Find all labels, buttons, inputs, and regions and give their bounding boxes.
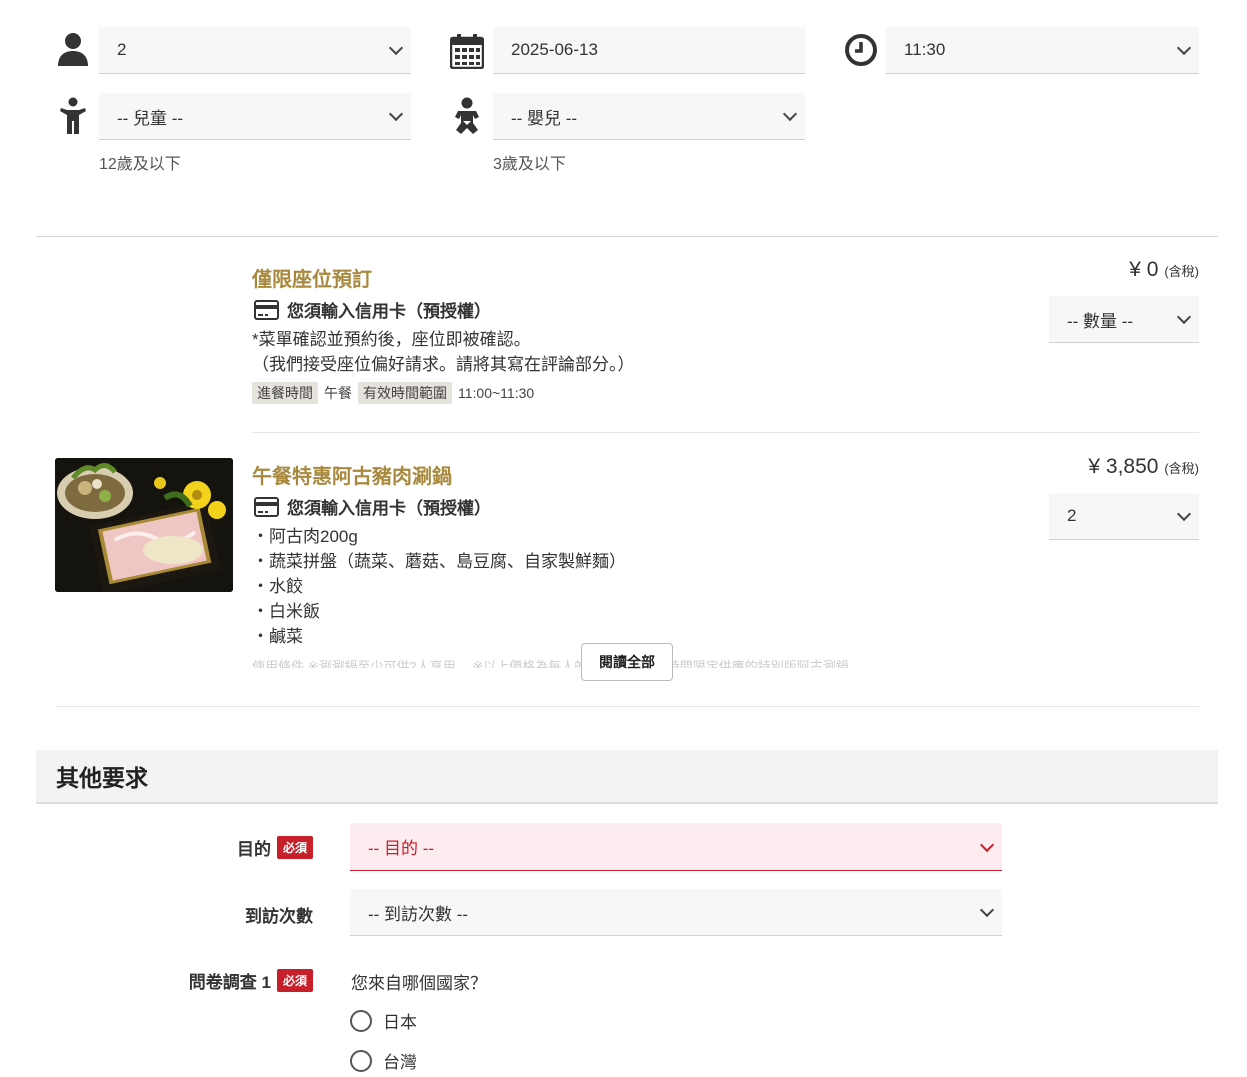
time-value: 11:30 xyxy=(904,40,946,59)
description-line: ・鹹菜 xyxy=(252,627,303,646)
chevron-down-icon xyxy=(979,902,995,918)
item-description: *菜單確認並預約後，座位即被確認。 （我們接受座位偏好請求。請將其寫在評論部分。… xyxy=(252,327,635,377)
party-size-value: 2 xyxy=(117,40,127,59)
radio-option-taiwan[interactable]: 台灣 xyxy=(350,1048,417,1073)
survey-label-text: 問卷調查 1 xyxy=(188,973,271,992)
children-hint: 12歲及以下 xyxy=(99,156,181,173)
section-heading: 其他要求 xyxy=(36,750,1218,804)
price-value: ¥ 3,850 xyxy=(1088,455,1159,478)
infants-select[interactable]: -- 嬰兒 -- xyxy=(493,93,805,140)
required-badge: 必須 xyxy=(276,969,313,992)
chevron-down-icon xyxy=(1176,40,1192,56)
visits-select[interactable]: -- 到訪次數 -- xyxy=(350,889,1002,936)
radio-option-label: 台灣 xyxy=(383,1053,417,1072)
tag-value: 11:00~11:30 xyxy=(458,385,535,401)
person-icon xyxy=(54,30,92,68)
item-price: ¥ 3,850 (含稅) xyxy=(1088,455,1199,479)
infant-icon xyxy=(450,96,484,136)
purpose-label: 目的 必須 xyxy=(100,835,313,860)
purpose-select[interactable]: -- 目的 -- xyxy=(350,823,1002,871)
chevron-down-icon xyxy=(1176,506,1192,522)
item-title[interactable]: 午餐特惠阿古豬肉涮鍋 xyxy=(252,460,452,489)
item-price: ¥ 0 (含稅) xyxy=(1129,258,1199,282)
credit-card-icon xyxy=(254,299,279,320)
tag-label: 進餐時間 xyxy=(252,382,318,404)
description-line: ・白米飯 xyxy=(252,602,320,621)
infants-hint: 3歲及以下 xyxy=(493,156,566,173)
description-line: ・蔬菜拼盤（蔬菜、蘑菇、島豆腐、自家製鮮麵） xyxy=(252,552,626,571)
description-line: （我們接受座位偏好請求。請將其寫在評論部分。） xyxy=(252,355,635,374)
time-select[interactable]: 11:30 xyxy=(886,27,1199,74)
quantity-value: -- 數量 -- xyxy=(1067,311,1134,331)
description-line: ・水餃 xyxy=(252,577,303,596)
item-title[interactable]: 僅限座位預訂 xyxy=(252,263,372,292)
quantity-select[interactable]: 2 xyxy=(1049,493,1199,540)
radio-button[interactable] xyxy=(350,1009,372,1032)
visits-label-text: 到訪次數 xyxy=(245,907,313,926)
item-divider xyxy=(252,432,1199,433)
required-badge: 必須 xyxy=(276,836,313,859)
tag-value: 午餐 xyxy=(324,385,352,401)
children-select[interactable]: -- 兒童 -- xyxy=(99,93,411,140)
survey-label: 問卷調查 1 必須 xyxy=(100,968,313,993)
calendar-icon xyxy=(448,32,486,70)
date-value: 2025-06-13 xyxy=(511,40,598,59)
purpose-value: -- 目的 -- xyxy=(368,839,435,858)
chevron-down-icon xyxy=(979,837,995,852)
credit-card-note: 您須輸入信用卡（預授權） xyxy=(254,494,491,519)
item-tags: 進餐時間 午餐 有效時間範圍 11:00~11:30 xyxy=(252,382,534,404)
chevron-down-icon xyxy=(782,106,798,122)
tax-label: (含稅) xyxy=(1164,461,1199,476)
quantity-select[interactable]: -- 數量 -- xyxy=(1049,296,1199,343)
read-all-button[interactable]: 閱讀全部 xyxy=(581,643,673,681)
infants-value: -- 嬰兒 -- xyxy=(511,108,578,128)
credit-card-text: 您須輸入信用卡（預授權） xyxy=(287,302,491,321)
chevron-down-icon xyxy=(1176,309,1192,325)
chevron-down-icon xyxy=(388,106,404,122)
child-icon xyxy=(56,96,90,136)
description-line: *菜單確認並預約後，座位即被確認。 xyxy=(252,330,531,349)
item-description: ・阿古肉200g ・蔬菜拼盤（蔬菜、蘑菇、島豆腐、自家製鮮麵） ・水餃 ・白米飯… xyxy=(252,524,626,649)
item-photo[interactable] xyxy=(55,458,233,592)
radio-option-label: 日本 xyxy=(383,1013,417,1032)
credit-card-icon xyxy=(254,496,279,517)
chevron-down-icon xyxy=(388,40,404,56)
clock-icon xyxy=(842,31,880,69)
radio-button[interactable] xyxy=(350,1049,372,1072)
visits-label: 到訪次數 xyxy=(100,902,313,927)
party-size-select[interactable]: 2 xyxy=(99,27,411,74)
credit-card-text: 您須輸入信用卡（預授權） xyxy=(287,499,491,518)
survey-question: 您來自哪個國家？ xyxy=(351,974,487,993)
item-divider xyxy=(55,706,1199,707)
date-field[interactable]: 2025-06-13 xyxy=(493,27,805,74)
purpose-label-text: 目的 xyxy=(236,840,271,859)
description-line: ・阿古肉200g xyxy=(252,527,358,546)
children-value: -- 兒童 -- xyxy=(117,108,184,128)
price-value: ¥ 0 xyxy=(1129,258,1159,281)
visits-value: -- 到訪次數 -- xyxy=(368,904,469,924)
tax-label: (含稅) xyxy=(1164,264,1199,279)
quantity-value: 2 xyxy=(1067,506,1077,525)
credit-card-note: 您須輸入信用卡（預授權） xyxy=(254,297,491,322)
section-divider xyxy=(36,236,1218,237)
radio-option-japan[interactable]: 日本 xyxy=(350,1008,417,1033)
tag-label: 有效時間範圍 xyxy=(358,382,452,404)
